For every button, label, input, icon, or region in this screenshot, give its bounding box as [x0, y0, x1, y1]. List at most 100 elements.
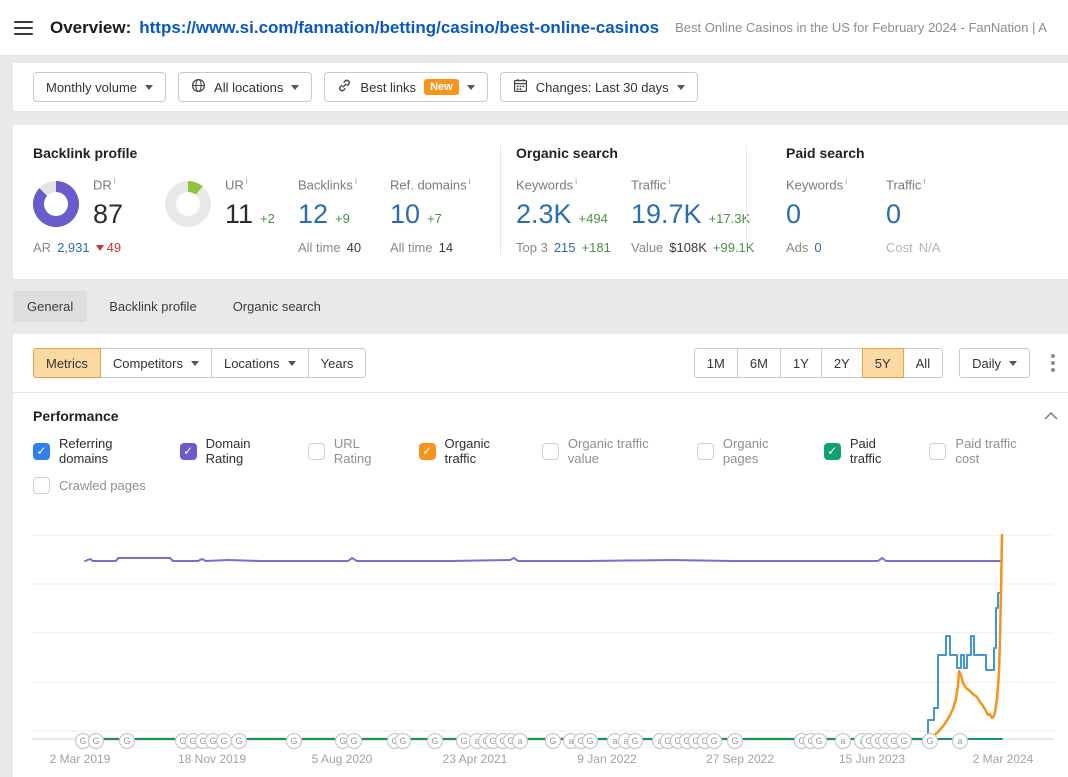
svg-text:G: G — [731, 736, 738, 746]
alltime-value[interactable]: 14 — [439, 240, 453, 255]
keywords-change: +494 — [579, 211, 608, 226]
chevron-up-icon[interactable] — [1044, 412, 1058, 420]
checkbox-paid-traffic-cost[interactable]: ✓Paid traffic cost — [929, 436, 1034, 466]
top3-label: Top 3 — [516, 240, 548, 255]
checkbox-referring-domains[interactable]: ✓Referring domains — [33, 436, 154, 466]
locations-dropdown-label: All locations — [214, 80, 283, 95]
value-label: Value — [631, 240, 663, 255]
locations-filter-dropdown[interactable]: Locations — [211, 348, 309, 378]
performance-chart-svg[interactable]: GGGGGGGGGGGGGGGGaGGGGaGaGGaaGaGGGGGGGGGG… — [32, 513, 1054, 773]
checkbox-domain-rating[interactable]: ✓Domain Rating — [180, 436, 282, 466]
section-divider — [746, 145, 747, 255]
paid-keywords-value[interactable]: 0 — [786, 199, 801, 229]
checkbox-paid-traffic[interactable]: ✓Paid traffic — [824, 436, 904, 466]
checkbox-organic-traffic[interactable]: ✓Organic traffic — [419, 436, 516, 466]
years-button[interactable]: Years — [308, 348, 367, 378]
alltime-label: All time — [390, 240, 433, 255]
paid-search-section: Paid search Keywordsi 0 Ads0 Traffici 0 … — [786, 145, 986, 255]
svg-text:2 Mar 2019: 2 Mar 2019 — [50, 752, 111, 766]
metrics-overview: Backlink profile DRi 87 AR 2,931 49 — [13, 125, 1068, 279]
traffic-change: +17.3K — [709, 211, 751, 226]
changes-dropdown[interactable]: Changes: Last 30 days — [500, 72, 698, 102]
alltime-value[interactable]: 40 — [347, 240, 361, 255]
globe-icon — [191, 78, 206, 96]
chevron-down-icon — [1009, 361, 1017, 366]
chevron-down-icon — [677, 85, 685, 90]
chevron-down-icon — [191, 361, 199, 366]
svg-text:G: G — [350, 736, 357, 746]
best-links-dropdown-label: Best links — [360, 80, 416, 95]
paid-traffic-value[interactable]: 0 — [886, 199, 901, 229]
svg-text:G: G — [123, 736, 130, 746]
svg-text:a: a — [612, 736, 617, 746]
info-icon[interactable]: i — [845, 176, 847, 186]
info-icon[interactable]: i — [923, 176, 925, 186]
chevron-down-icon — [467, 85, 475, 90]
range-2y-button[interactable]: 2Y — [821, 348, 863, 378]
svg-text:2 Mar 2024: 2 Mar 2024 — [973, 752, 1034, 766]
ar-value[interactable]: 2,931 — [57, 240, 90, 255]
checkbox-organic-traffic-value[interactable]: ✓Organic traffic value — [542, 436, 671, 466]
svg-text:G: G — [900, 736, 907, 746]
svg-text:a: a — [568, 736, 573, 746]
tab-backlink-profile[interactable]: Backlink profile — [95, 291, 210, 322]
checkbox-icon: ✓ — [33, 443, 50, 460]
metric-toggles: ✓Referring domains ✓Domain Rating ✓URL R… — [13, 428, 1068, 494]
traffic-value[interactable]: 19.7K — [631, 199, 702, 229]
ref-domains-change: +7 — [427, 211, 442, 226]
checkbox-icon: ✓ — [824, 443, 841, 460]
cost-label: Cost — [886, 240, 913, 255]
ur-donut — [165, 181, 211, 227]
keywords-value[interactable]: 2.3K — [516, 199, 572, 229]
range-1y-button[interactable]: 1Y — [780, 348, 822, 378]
range-1m-button[interactable]: 1M — [694, 348, 738, 378]
range-6m-button[interactable]: 6M — [737, 348, 781, 378]
tab-organic-search[interactable]: Organic search — [219, 291, 335, 322]
volume-dropdown[interactable]: Monthly volume — [33, 72, 166, 102]
ur-change: +2 — [260, 211, 275, 226]
svg-text:G: G — [586, 736, 593, 746]
locations-dropdown[interactable]: All locations — [178, 72, 312, 102]
checkbox-icon: ✓ — [33, 477, 50, 494]
top3-value[interactable]: 215 — [554, 240, 576, 255]
svg-text:a: a — [840, 736, 845, 746]
range-all-button[interactable]: All — [903, 348, 943, 378]
ref-domains-value[interactable]: 10 — [390, 199, 420, 229]
svg-text:G: G — [399, 736, 406, 746]
new-badge: New — [424, 79, 459, 95]
hamburger-menu-icon[interactable] — [14, 17, 33, 39]
backlink-profile-title: Backlink profile — [33, 145, 495, 161]
checkbox-organic-pages[interactable]: ✓Organic pages — [697, 436, 798, 466]
svg-text:G: G — [460, 736, 467, 746]
info-icon[interactable]: i — [355, 176, 357, 186]
svg-text:18 Nov 2019: 18 Nov 2019 — [178, 752, 246, 766]
metrics-button[interactable]: Metrics — [33, 348, 101, 378]
info-icon[interactable]: i — [668, 176, 670, 186]
checkbox-crawled-pages[interactable]: ✓Crawled pages — [33, 477, 146, 494]
svg-text:G: G — [79, 736, 86, 746]
svg-text:G: G — [235, 736, 242, 746]
backlinks-value[interactable]: 12 — [298, 199, 328, 229]
checkbox-url-rating[interactable]: ✓URL Rating — [308, 436, 393, 466]
chevron-down-icon — [291, 85, 299, 90]
overview-label: Overview: — [50, 18, 131, 38]
view-button-group: Metrics Competitors Locations Years — [33, 348, 366, 378]
performance-chart[interactable]: GGGGGGGGGGGGGGGGaGGGGaGaGGaaGaGGGGGGGGGG… — [13, 505, 1068, 773]
info-icon[interactable]: i — [575, 176, 577, 186]
more-options-icon[interactable] — [1046, 349, 1060, 377]
info-icon[interactable]: i — [114, 176, 116, 186]
chevron-down-icon — [288, 361, 296, 366]
ads-value[interactable]: 0 — [814, 240, 821, 255]
info-icon[interactable]: i — [246, 176, 248, 186]
range-5y-button[interactable]: 5Y — [862, 348, 904, 378]
granularity-dropdown[interactable]: Daily — [959, 348, 1030, 378]
best-links-dropdown[interactable]: Best links New — [324, 72, 487, 102]
checkbox-icon: ✓ — [180, 443, 197, 460]
tab-general[interactable]: General — [13, 291, 87, 322]
competitors-dropdown[interactable]: Competitors — [100, 348, 212, 378]
paid-traffic-metric: Traffici 0 CostN/A — [886, 176, 986, 255]
section-divider — [500, 145, 501, 255]
target-url-link[interactable]: https://www.si.com/fannation/betting/cas… — [139, 18, 659, 38]
info-icon[interactable]: i — [469, 176, 471, 186]
svg-text:a: a — [957, 736, 962, 746]
